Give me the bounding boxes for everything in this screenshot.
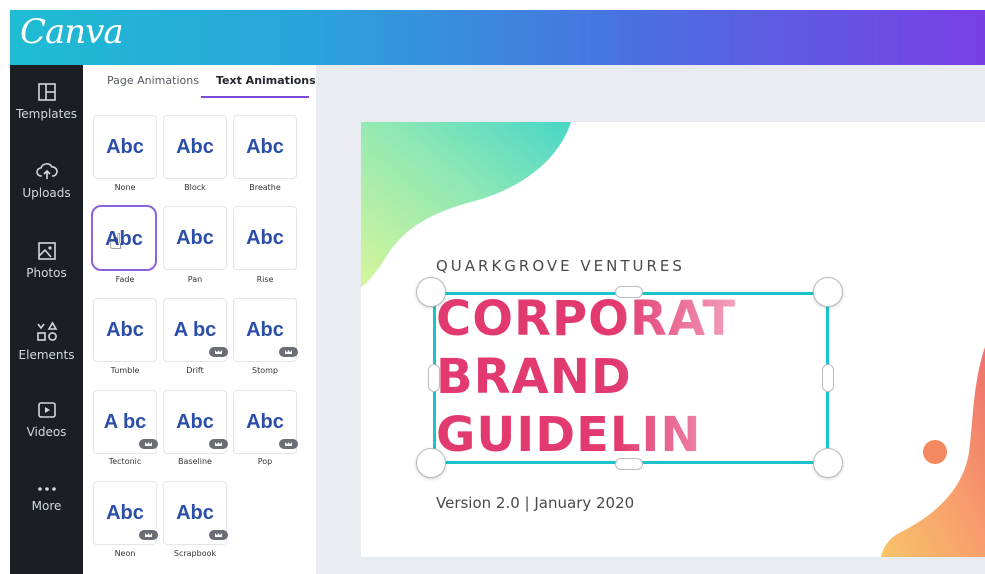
tile-preview: Abc (246, 411, 284, 433)
animation-tile-neon[interactable]: Abc (93, 481, 158, 545)
animation-tile-rise[interactable]: Abc (233, 206, 297, 270)
tile-label: None (114, 183, 136, 192)
resize-handle-bottom-right[interactable] (813, 448, 843, 478)
rail-item-templates[interactable]: Templates (10, 82, 83, 154)
premium-crown-icon (139, 439, 158, 449)
resize-handle-top-right[interactable] (813, 277, 843, 307)
animation-tile-breathe[interactable]: Abc (233, 115, 297, 179)
animation-tile-pop[interactable]: Abc (233, 390, 298, 454)
resize-handle-bottom[interactable] (615, 458, 643, 470)
tile-label: Pop (257, 457, 273, 466)
premium-crown-icon (209, 347, 228, 357)
animation-tile-scrapbook[interactable]: Abc (163, 481, 228, 545)
tile-preview: Abc (106, 319, 144, 341)
animation-tile-fade[interactable]: Abc ☝ (91, 205, 157, 271)
tile-label: Tectonic (108, 457, 142, 466)
tile-preview: Abc (246, 319, 284, 341)
tile-preview: Abc (176, 136, 214, 158)
tile-label: Pan (187, 275, 203, 284)
selection-box (433, 292, 829, 464)
rail-item-elements[interactable]: Elements (10, 321, 83, 393)
rail-label: Photos (26, 266, 67, 280)
tile-label: Breathe (249, 183, 281, 192)
templates-icon (37, 83, 56, 101)
resize-handle-top[interactable] (615, 286, 643, 298)
tile-label: Neon (114, 549, 136, 558)
tile-label: Rise (256, 275, 274, 284)
rail-item-more[interactable]: More (10, 484, 83, 556)
design-canvas[interactable]: QUARKGROVE VENTURES CORPORAT BRAND GUIDE… (361, 122, 985, 557)
upload-cloud-icon (35, 163, 58, 179)
tile-label: Drift (186, 366, 204, 375)
tile-label: Tumble (110, 366, 140, 375)
orange-dot-shape (923, 440, 947, 464)
side-rail: Templates Uploads Photos Elements Videos… (10, 65, 83, 574)
top-bar: Canva (10, 10, 985, 65)
tile-preview: Abc (106, 502, 144, 524)
resize-handle-right[interactable] (822, 364, 834, 392)
rail-item-videos[interactable]: Videos (10, 400, 83, 472)
shapes-icon (36, 321, 57, 341)
tile-preview: Abc (176, 227, 214, 249)
rail-label: Elements (18, 348, 75, 362)
tile-preview: Abc (246, 227, 284, 249)
tile-preview: A bc (103, 411, 147, 433)
tile-preview: Abc (246, 136, 284, 158)
animation-tile-block[interactable]: Abc (163, 115, 227, 179)
rail-label: More (31, 499, 62, 513)
company-name-text[interactable]: QUARKGROVE VENTURES (436, 257, 685, 275)
animation-panel: Page Animations Text Animations Abc None… (83, 65, 316, 574)
animation-tile-drift[interactable]: A bc (163, 298, 228, 362)
canva-logo[interactable]: Canva (20, 12, 124, 52)
premium-crown-icon (209, 439, 228, 449)
animation-tile-none[interactable]: Abc (93, 115, 157, 179)
rail-item-uploads[interactable]: Uploads (10, 161, 83, 233)
tile-label: Block (184, 183, 206, 192)
rail-item-photos[interactable]: Photos (10, 241, 83, 313)
premium-crown-icon (139, 530, 158, 540)
premium-crown-icon (209, 530, 228, 540)
animation-tile-pan[interactable]: Abc (163, 206, 227, 270)
version-text[interactable]: Version 2.0 | January 2020 (436, 494, 634, 512)
tile-preview: A bc (173, 319, 217, 341)
premium-crown-icon (279, 439, 298, 449)
tile-preview: Abc (176, 502, 214, 524)
tab-page-animations[interactable]: Page Animations (107, 74, 199, 100)
tile-label: Scrapbook (173, 549, 217, 558)
rail-label: Templates (15, 107, 77, 121)
animation-tile-tectonic[interactable]: A bc (93, 390, 158, 454)
tile-preview: Abc (176, 411, 214, 433)
premium-crown-icon (279, 347, 298, 357)
animation-tile-stomp[interactable]: Abc (233, 298, 298, 362)
tile-preview: Abc (105, 228, 143, 250)
resize-handle-top-left[interactable] (416, 277, 446, 307)
rail-label: Uploads (22, 186, 71, 200)
photo-icon (37, 242, 56, 260)
resize-handle-left[interactable] (428, 364, 440, 392)
tile-preview: Abc (106, 136, 144, 158)
tile-label: Stomp (252, 366, 278, 375)
animation-tile-baseline[interactable]: Abc (163, 390, 228, 454)
animation-tile-tumble[interactable]: Abc (93, 298, 157, 362)
hand-cursor-icon: ☝ (109, 229, 123, 254)
active-tab-indicator (201, 96, 309, 98)
rail-label: Videos (26, 425, 67, 439)
tile-label: Fade (115, 275, 135, 284)
tile-label: Baseline (178, 457, 212, 466)
resize-handle-bottom-left[interactable] (416, 448, 446, 478)
more-dots-icon (37, 487, 56, 491)
canva-window: Canva Templates Uploads Photos Elements … (10, 10, 985, 574)
video-play-icon (37, 402, 56, 418)
